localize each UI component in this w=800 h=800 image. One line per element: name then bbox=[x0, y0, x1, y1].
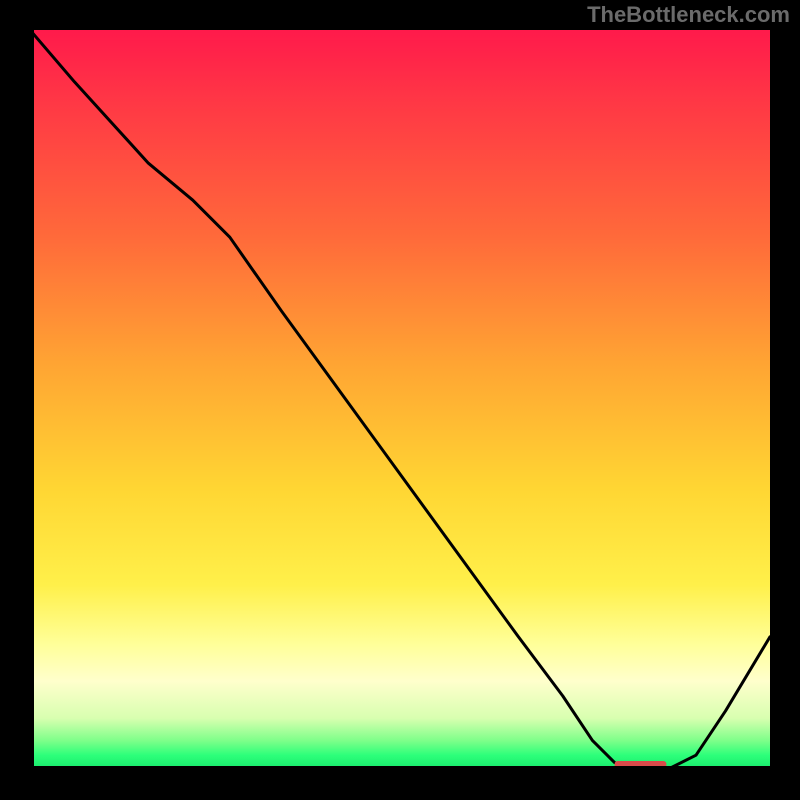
curve-layer bbox=[30, 30, 770, 770]
attribution-label: TheBottleneck.com bbox=[587, 2, 790, 28]
bottleneck-curve bbox=[30, 30, 770, 770]
chart-container: TheBottleneck.com bbox=[0, 0, 800, 800]
plot-area bbox=[30, 30, 770, 770]
x-axis-line bbox=[30, 766, 770, 770]
y-axis-line bbox=[30, 30, 34, 770]
